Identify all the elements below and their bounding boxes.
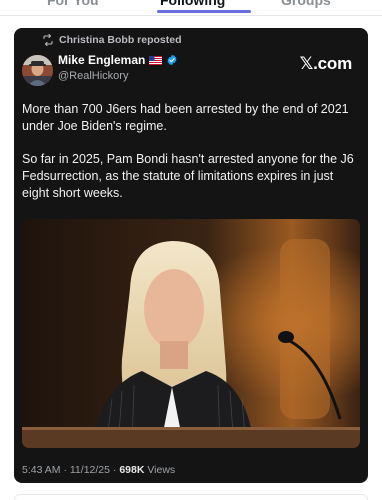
tab-groups[interactable]: Groups	[281, 0, 331, 8]
top-tab-bar: For You Following Groups	[0, 0, 382, 16]
meta-separator: ·	[60, 464, 70, 476]
post-card[interactable]: Christina Bobb reposted Mike Engleman @R…	[14, 28, 368, 483]
post-meta: 5:43 AM · 11/12/25 · 698K Views	[22, 464, 175, 476]
post-text-paragraph-2: So far in 2025, Pam Bondi hasn't arreste…	[22, 152, 354, 200]
repost-text: Christina Bobb reposted	[59, 34, 182, 46]
verified-badge-icon	[167, 54, 177, 66]
views-label: Views	[144, 464, 176, 476]
author-name-row[interactable]: Mike Engleman	[58, 53, 178, 67]
post-image[interactable]	[22, 219, 360, 448]
post-text-paragraph-1: More than 700 J6ers had been arrested by…	[22, 102, 349, 133]
tab-following[interactable]: Following	[160, 0, 225, 8]
post-date[interactable]: 11/12/25	[70, 464, 110, 476]
author-name[interactable]: Mike Engleman	[58, 53, 145, 67]
x-logo: 𝕏.com	[299, 54, 353, 73]
post-time[interactable]: 5:43 AM	[22, 464, 61, 476]
avatar[interactable]	[22, 55, 53, 86]
repost-line: Christina Bobb reposted	[42, 34, 182, 46]
views-count: 698K	[119, 464, 145, 476]
us-flag-icon	[149, 55, 163, 65]
next-card-edge	[14, 494, 368, 500]
repost-icon	[43, 34, 53, 46]
active-tab-indicator	[157, 10, 251, 13]
meta-separator-2: ·	[109, 464, 120, 476]
author-handle[interactable]: @RealHickory	[58, 70, 128, 82]
tabs-divider	[0, 15, 382, 16]
tab-for-you[interactable]: For You	[47, 0, 99, 8]
